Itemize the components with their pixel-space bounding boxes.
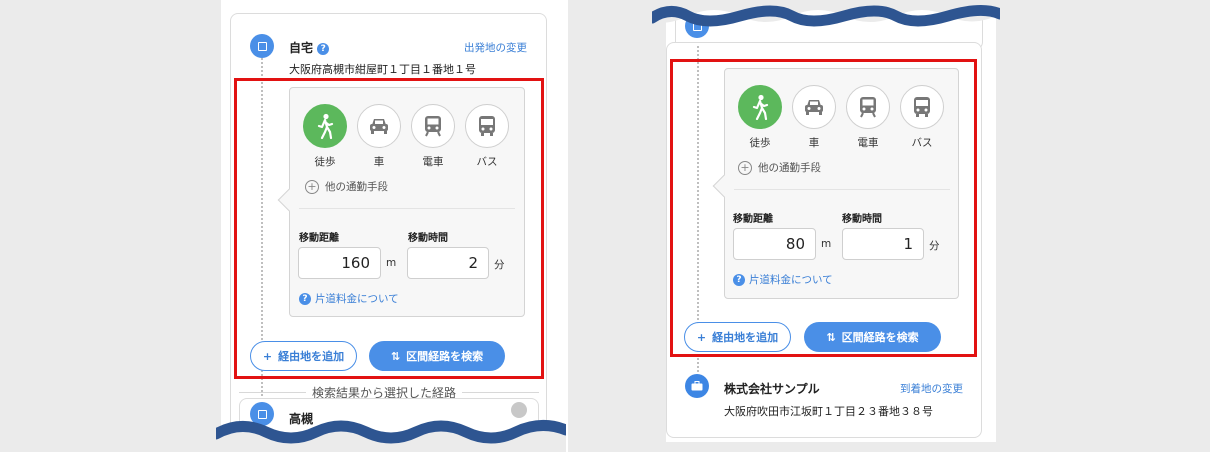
origin-address: 大阪府高槻市紺屋町１丁目１番地１号: [289, 63, 476, 76]
help-icon[interactable]: ?: [317, 42, 330, 55]
origin-name: 自宅 ?: [289, 39, 330, 56]
change-destination-link[interactable]: 到着地の変更: [900, 381, 963, 396]
destination-address: 大阪府吹田市江坂町１丁目２３番地３８号: [724, 405, 933, 418]
wave-divider-right: [652, 0, 1000, 27]
highlight-box-right: [670, 59, 977, 357]
origin-pin-icon: [250, 34, 274, 58]
briefcase-icon: [691, 381, 703, 391]
briefcase-pin-icon: [685, 374, 709, 398]
highlight-box-left: [234, 78, 544, 379]
wave-divider-left: [216, 420, 566, 452]
destination-name: 株式会社サンプル: [724, 382, 820, 396]
change-origin-link[interactable]: 出発地の変更: [464, 40, 527, 55]
